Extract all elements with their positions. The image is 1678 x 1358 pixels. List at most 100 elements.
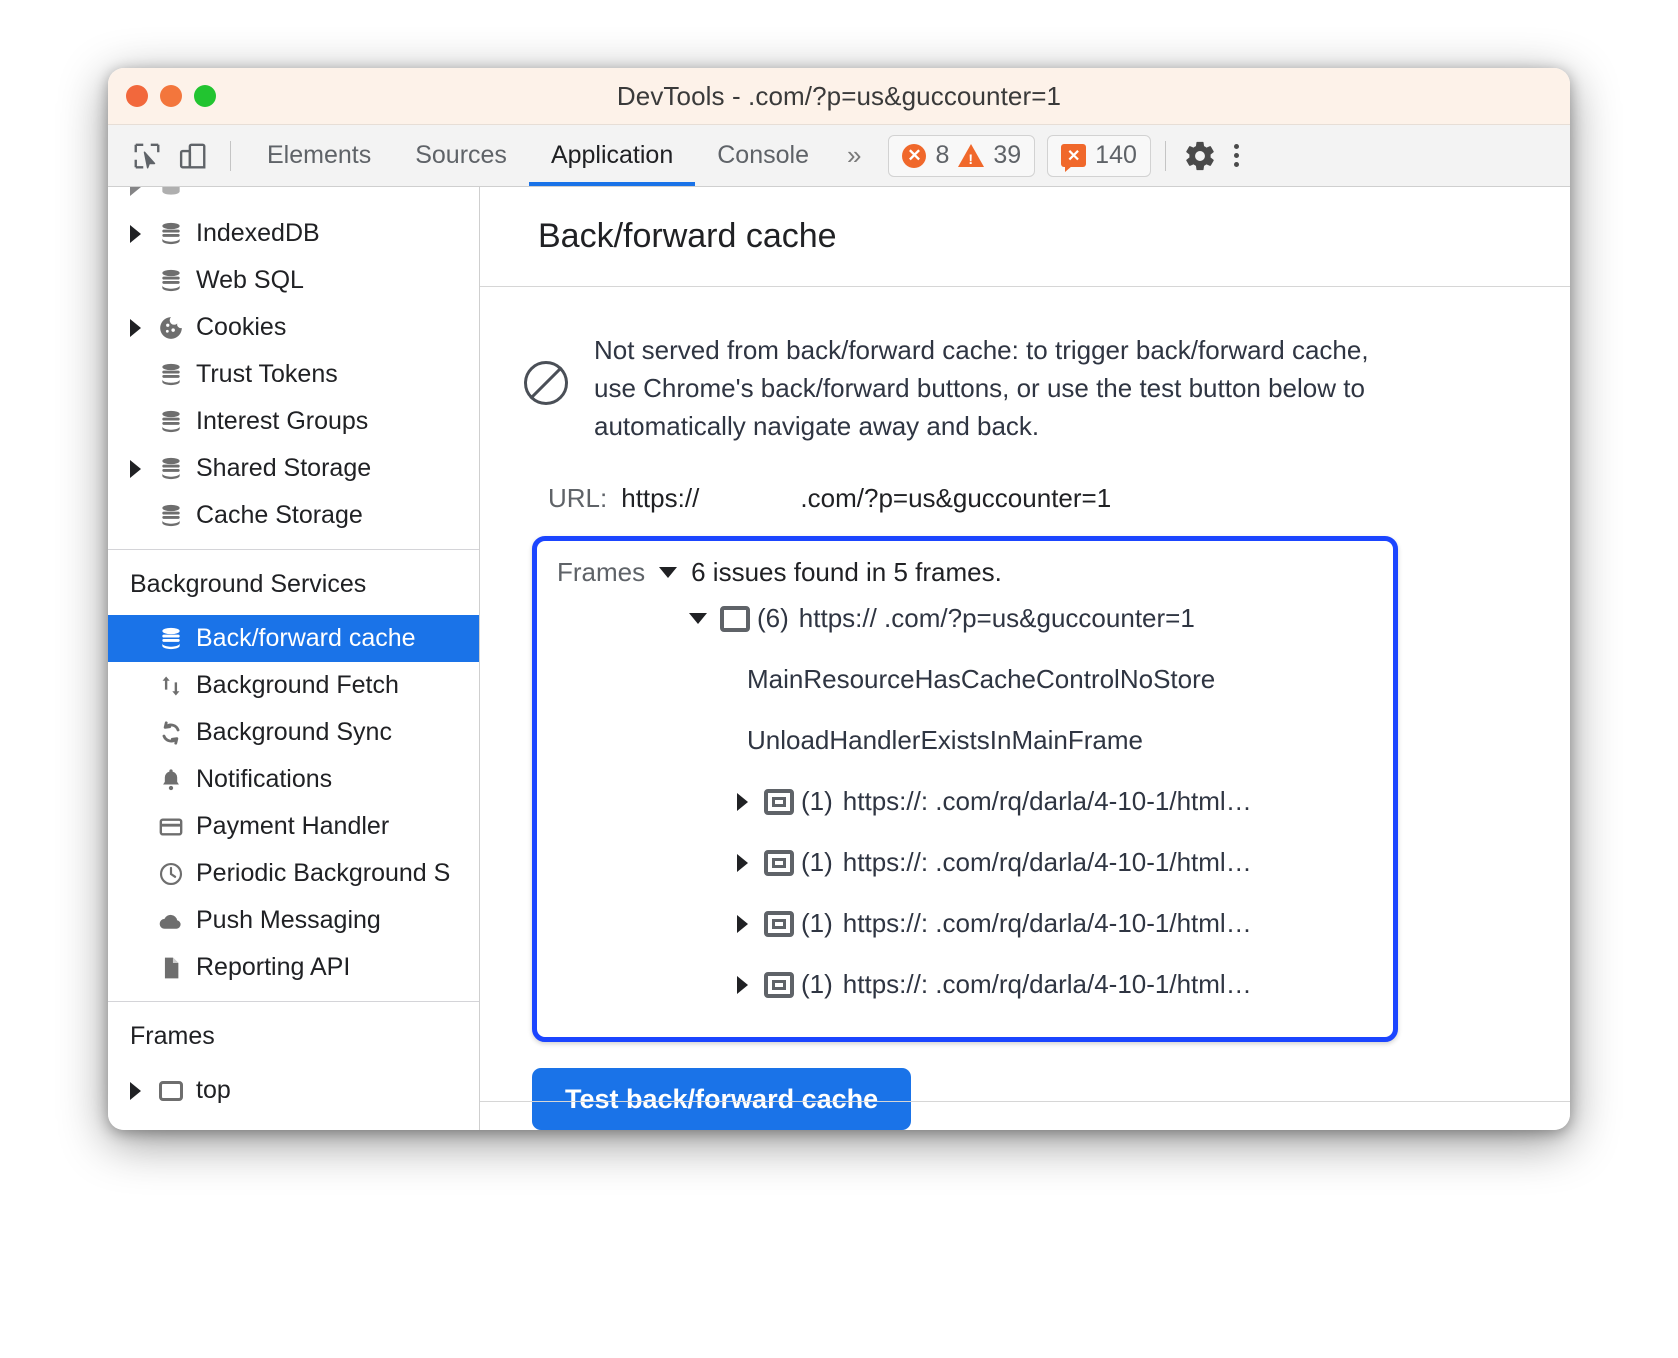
errors-warnings-badge[interactable]: ✕ 8 39 [888,134,1036,177]
chevron-down-icon[interactable] [683,613,713,624]
frame-tree-row-sub[interactable]: (1) https://: .com/rq/darla/4-10-1/html… [537,771,1393,832]
tab-sources[interactable]: Sources [393,125,529,186]
issues-count: 140 [1095,141,1137,169]
database-icon [154,221,188,247]
status-notice: Not served from back/forward cache: to t… [480,331,1570,445]
url-value: https:// .com/?p=us&guccounter=1 [621,483,1112,513]
frame-tree-row-sub[interactable]: (1) https://: .com/rq/darla/4-10-1/html… [537,893,1393,954]
iframe-icon [757,910,801,937]
close-button[interactable] [126,85,148,107]
issues-icon: ✕ [1061,144,1087,172]
sidebar-item-cache-storage[interactable]: Cache Storage [108,492,479,539]
frame-tree-row-main[interactable]: (6) https:// .com/?p=us&guccounter=1 [537,588,1393,649]
tab-sources-label: Sources [415,141,507,169]
sidebar-tree: IndexedDB Web SQL Cookies Trust Tokens I… [108,187,479,1114]
sidebar-item-clipped[interactable] [108,187,479,210]
more-tabs-icon[interactable]: » [831,140,874,171]
chevron-right-icon[interactable] [727,975,757,994]
url-row: URL: https:// .com/?p=us&guccounter=1 [480,445,1570,514]
gear-icon[interactable] [1180,136,1220,176]
application-sidebar[interactable]: IndexedDB Web SQL Cookies Trust Tokens I… [108,187,480,1130]
iframe-icon [757,788,801,815]
twisty-icon[interactable] [130,224,154,243]
chevron-down-icon[interactable] [659,567,678,578]
sidebar-item-top-frame-label: top [196,1076,231,1104]
sidebar-item-background-sync[interactable]: Background Sync [108,709,479,756]
status-message: Not served from back/forward cache: to t… [594,335,1369,441]
sidebar-item-indexeddb[interactable]: IndexedDB [108,210,479,257]
test-back-forward-cache-button[interactable]: Test back/forward cache [532,1068,912,1130]
frame-tree-row-sub[interactable]: (1) https://: .com/rq/darla/4-10-1/html… [537,954,1393,1015]
panel-tabs: Elements Sources Application Console [245,125,831,186]
chevron-right-icon[interactable] [727,853,757,872]
minimize-button[interactable] [160,85,182,107]
issues-badge[interactable]: ✕ 140 [1047,134,1151,177]
iframe-icon [757,971,801,998]
database-icon [154,362,188,388]
sidebar-section-background-services: Background Services [130,570,367,598]
twisty-icon[interactable] [130,1081,154,1100]
arrows-up-down-icon [154,673,188,699]
sidebar-item-websql-label: Web SQL [196,266,304,294]
panel-header: Back/forward cache [480,187,1570,287]
frame-row-count: (6) [757,603,789,633]
frame-tree-row-sub[interactable]: (1) https://: .com/rq/darla/4-10-1/html… [537,832,1393,893]
sidebar-item-clipped-label [196,187,203,201]
sidebar-item-websql[interactable]: Web SQL [108,257,479,304]
url-label: URL: [548,483,608,513]
window-title: DevTools - .com/?p=us&guccounter=1 [616,80,1062,111]
device-toolbar-icon[interactable] [170,134,216,178]
tab-elements[interactable]: Elements [245,125,393,186]
error-icon: ✕ [902,143,927,168]
sidebar-item-back-forward-cache[interactable]: Back/forward cache [108,615,479,662]
twisty-icon[interactable] [130,459,154,478]
warnings-count: 39 [993,141,1022,169]
tab-console-label: Console [717,141,809,169]
frame-row-count: (1) [801,847,833,877]
clock-icon [154,861,188,887]
database-icon [154,456,188,482]
sidebar-item-trust-tokens[interactable]: Trust Tokens [108,351,479,398]
cookie-icon [154,315,188,341]
toolbar-divider [230,140,231,171]
sidebar-item-interest-groups[interactable]: Interest Groups [108,398,479,445]
frame-row-count: (1) [801,908,833,938]
tab-elements-label: Elements [267,141,372,169]
kebab-menu-icon[interactable] [1220,136,1254,176]
chevron-right-icon[interactable] [727,792,757,811]
sidebar-item-periodic-background-sync[interactable]: Periodic Background S [108,850,479,897]
twisty-icon[interactable] [130,187,154,196]
sidebar-item-payment-handler[interactable]: Payment Handler [108,803,479,850]
frames-tree-header[interactable]: Frames 6 issues found in 5 frames. [537,557,1393,588]
twisty-icon[interactable] [130,318,154,337]
devtools-toolbar: Elements Sources Application Console » ✕… [108,125,1570,187]
frames-tree-panel[interactable]: Frames 6 issues found in 5 frames. (6) h… [532,536,1398,1042]
sidebar-item-payment-handler-label: Payment Handler [196,812,390,840]
status-badges: ✕ 8 39 ✕ 140 [888,134,1151,177]
sidebar-item-push-messaging[interactable]: Push Messaging [108,897,479,944]
maximize-button[interactable] [194,85,216,107]
frame-icon [713,605,757,632]
tab-console[interactable]: Console [695,125,831,186]
tab-application[interactable]: Application [528,125,696,186]
sidebar-item-background-sync-label: Background Sync [196,718,392,746]
database-icon [154,268,188,294]
sidebar-item-back-forward-cache-label: Back/forward cache [196,624,416,652]
sidebar-item-background-fetch[interactable]: Background Fetch [108,662,479,709]
chevron-right-icon[interactable] [727,914,757,933]
panel-bottom-divider [480,1101,1570,1102]
window-titlebar: DevTools - .com/?p=us&guccounter=1 [108,68,1570,125]
inspect-cursor-icon[interactable] [124,134,170,178]
bell-icon [154,767,188,793]
sidebar-item-notifications[interactable]: Notifications [108,756,479,803]
sidebar-item-reporting-api[interactable]: Reporting API [108,944,479,991]
database-icon [154,626,188,652]
sidebar-item-shared-storage[interactable]: Shared Storage [108,445,479,492]
sidebar-item-top-frame[interactable]: top [108,1067,479,1114]
back-forward-cache-panel: Back/forward cache Not served from back/… [480,187,1570,1130]
frame-issue-reason: MainResourceHasCacheControlNoStore [747,664,1216,694]
cloud-icon [154,908,188,934]
sidebar-item-indexeddb-label: IndexedDB [196,219,320,247]
sidebar-item-cookies[interactable]: Cookies [108,304,479,351]
sidebar-item-shared-storage-label: Shared Storage [196,454,372,482]
